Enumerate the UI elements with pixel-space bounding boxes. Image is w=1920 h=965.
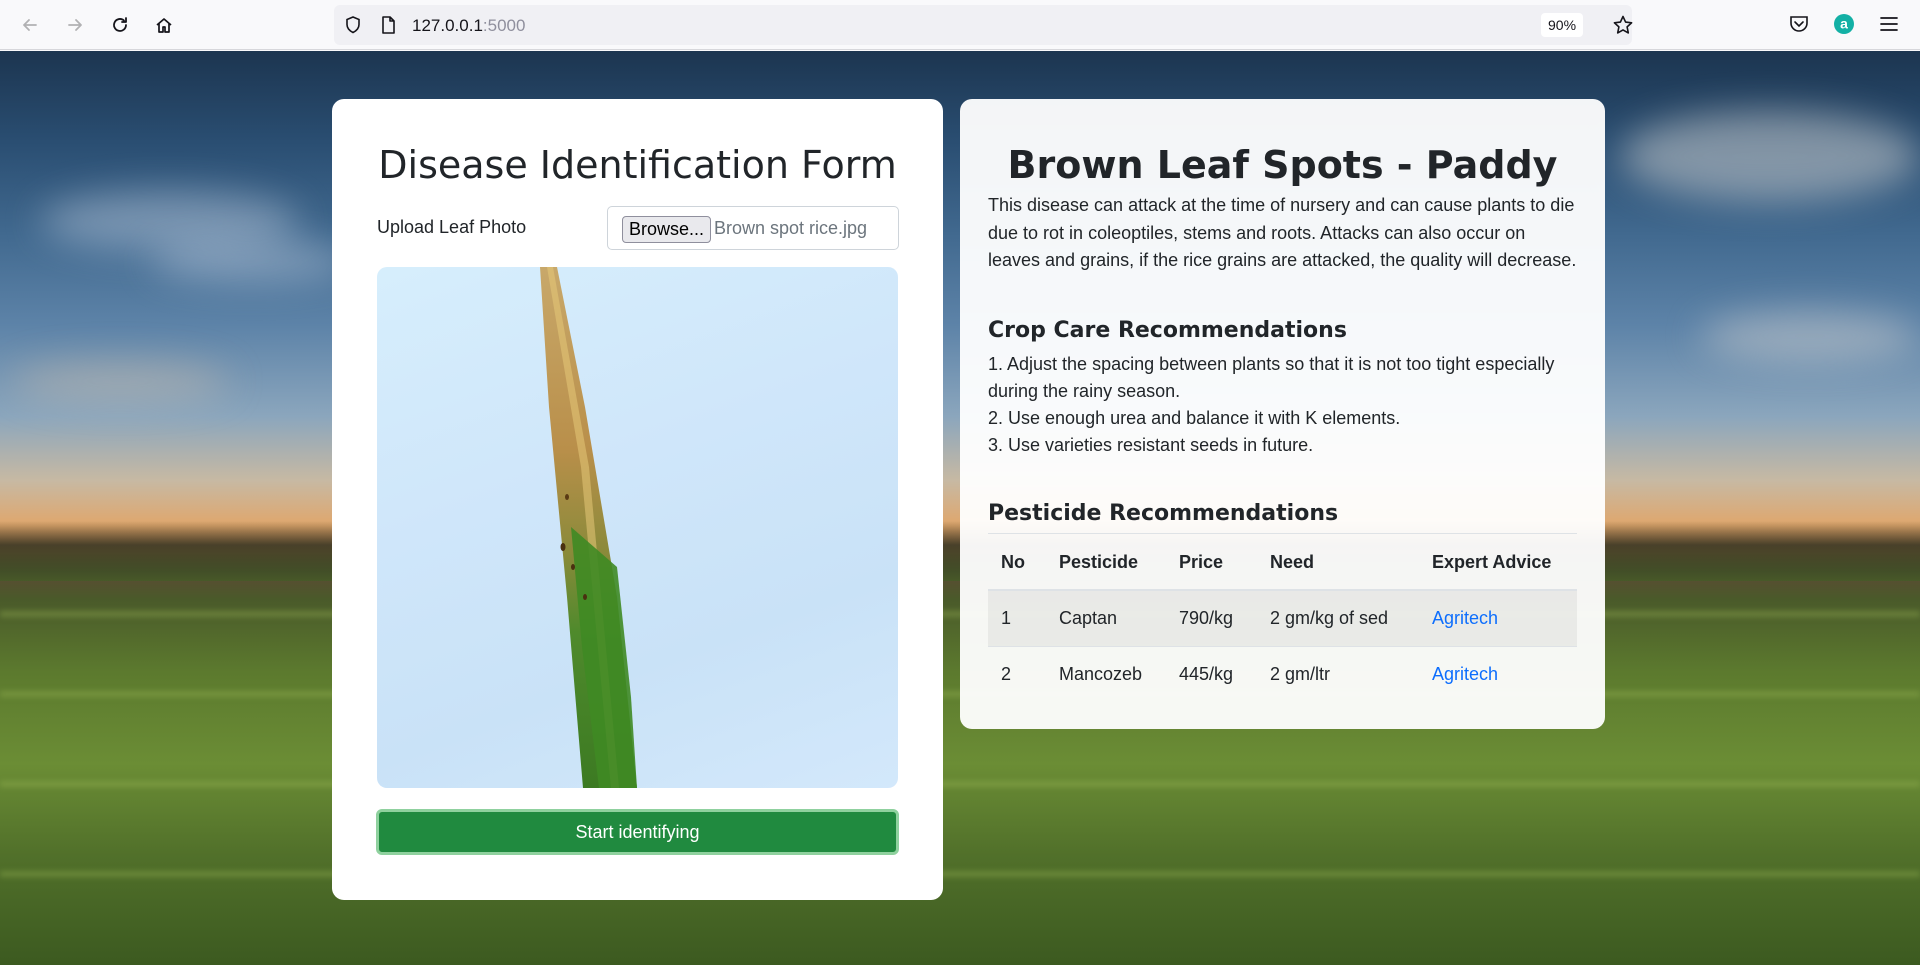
browser-toolbar: 127.0.0.1:5000 90% a xyxy=(0,0,1920,50)
cell-need: 2 gm/ltr xyxy=(1270,663,1331,684)
disease-title: Brown Leaf Spots - Paddy xyxy=(1007,143,1558,187)
url-host: 127.0.0.1 xyxy=(412,16,483,35)
bookmark-star-icon[interactable] xyxy=(1612,14,1634,36)
pocket-icon[interactable] xyxy=(1788,13,1810,35)
disease-description: This disease can attack at the time of n… xyxy=(988,195,1577,270)
cell-price: 790/kg xyxy=(1166,590,1257,647)
browse-button[interactable]: Browse... xyxy=(622,216,712,243)
form-title: Disease Identification Form xyxy=(378,143,897,187)
expert-advice-link[interactable]: Agritech xyxy=(1432,664,1498,684)
column-header-price: Price xyxy=(1166,535,1257,591)
leaf-image-preview xyxy=(377,267,898,788)
disease-form-card: Disease Identification Form Upload Leaf … xyxy=(332,99,943,900)
result-card: Brown Leaf Spots - Paddy This disease ca… xyxy=(960,99,1605,729)
forward-arrow-icon xyxy=(68,19,82,31)
upload-leaf-photo-label: Upload Leaf Photo xyxy=(377,217,527,237)
selected-file-name: Brown spot rice.jpg xyxy=(714,218,868,238)
url-bar[interactable]: 127.0.0.1:5000 90% xyxy=(334,5,1634,45)
table-row: 2 Mancozeb 445/kg 2 gm/ltr Agritech xyxy=(988,646,1577,702)
care-recommendations-list: 1. Adjust the spacing between plants so … xyxy=(988,351,1578,459)
column-header-no: No xyxy=(988,535,1046,591)
table-row: 1 Captan 790/kg 2 gm/kg of sed Agritech xyxy=(988,590,1577,647)
home-button[interactable] xyxy=(148,9,180,41)
back-arrow-icon xyxy=(23,19,37,31)
expert-advice-link[interactable]: Agritech xyxy=(1432,608,1498,628)
column-header-expert-advice: Expert Advice xyxy=(1419,535,1577,591)
url-port: :5000 xyxy=(482,16,526,35)
cell-pesticide: Mancozeb xyxy=(1059,663,1143,684)
pesticide-recommendations-title: Pesticide Recommendations xyxy=(988,501,1339,526)
reload-button[interactable] xyxy=(104,9,136,41)
menu-hamburger-icon[interactable] xyxy=(1878,13,1900,35)
page-info-icon[interactable] xyxy=(378,15,398,35)
start-identifying-button[interactable]: Start identifying xyxy=(376,809,899,855)
care-recommendations-title: Crop Care Recommendations xyxy=(988,318,1347,343)
column-header-pesticide: Pesticide xyxy=(1046,535,1166,591)
cell-price: 445/kg xyxy=(1179,663,1234,684)
svg-text:a: a xyxy=(1840,16,1848,32)
cell-pesticide: Captan xyxy=(1046,590,1166,647)
cell-no: 2 xyxy=(1001,663,1012,684)
account-avatar-icon[interactable]: a xyxy=(1833,13,1855,35)
care-item: 3. Use varieties resistant seeds in futu… xyxy=(988,435,1314,455)
cell-need: 2 gm/kg of sed xyxy=(1257,590,1419,647)
pesticide-table: No Pesticide Price Need Expert Advice 1 … xyxy=(988,535,1577,702)
url-text[interactable]: 127.0.0.1:5000 xyxy=(412,16,525,36)
forward-button[interactable] xyxy=(59,9,91,41)
table-header-row: No Pesticide Price Need Expert Advice xyxy=(988,535,1577,591)
tracking-shield-icon[interactable] xyxy=(343,15,363,35)
section-divider xyxy=(988,533,1577,534)
column-header-need: Need xyxy=(1257,535,1419,591)
reload-icon xyxy=(113,17,127,32)
zoom-level-badge[interactable]: 90% xyxy=(1541,13,1584,37)
leaf-photo-file-input[interactable]: Browse... Brown spot rice.jpg xyxy=(607,206,899,250)
cell-no: 1 xyxy=(988,590,1046,647)
care-item: 2. Use enough urea and balance it with K… xyxy=(988,408,1401,428)
care-item: 1. Adjust the spacing between plants so … xyxy=(988,354,1555,401)
cell-expert-advice: Agritech xyxy=(1419,646,1577,702)
rice-leaf-image xyxy=(540,267,637,788)
back-button[interactable] xyxy=(14,9,46,41)
home-icon xyxy=(156,18,172,33)
cell-expert-advice: Agritech xyxy=(1419,590,1577,647)
